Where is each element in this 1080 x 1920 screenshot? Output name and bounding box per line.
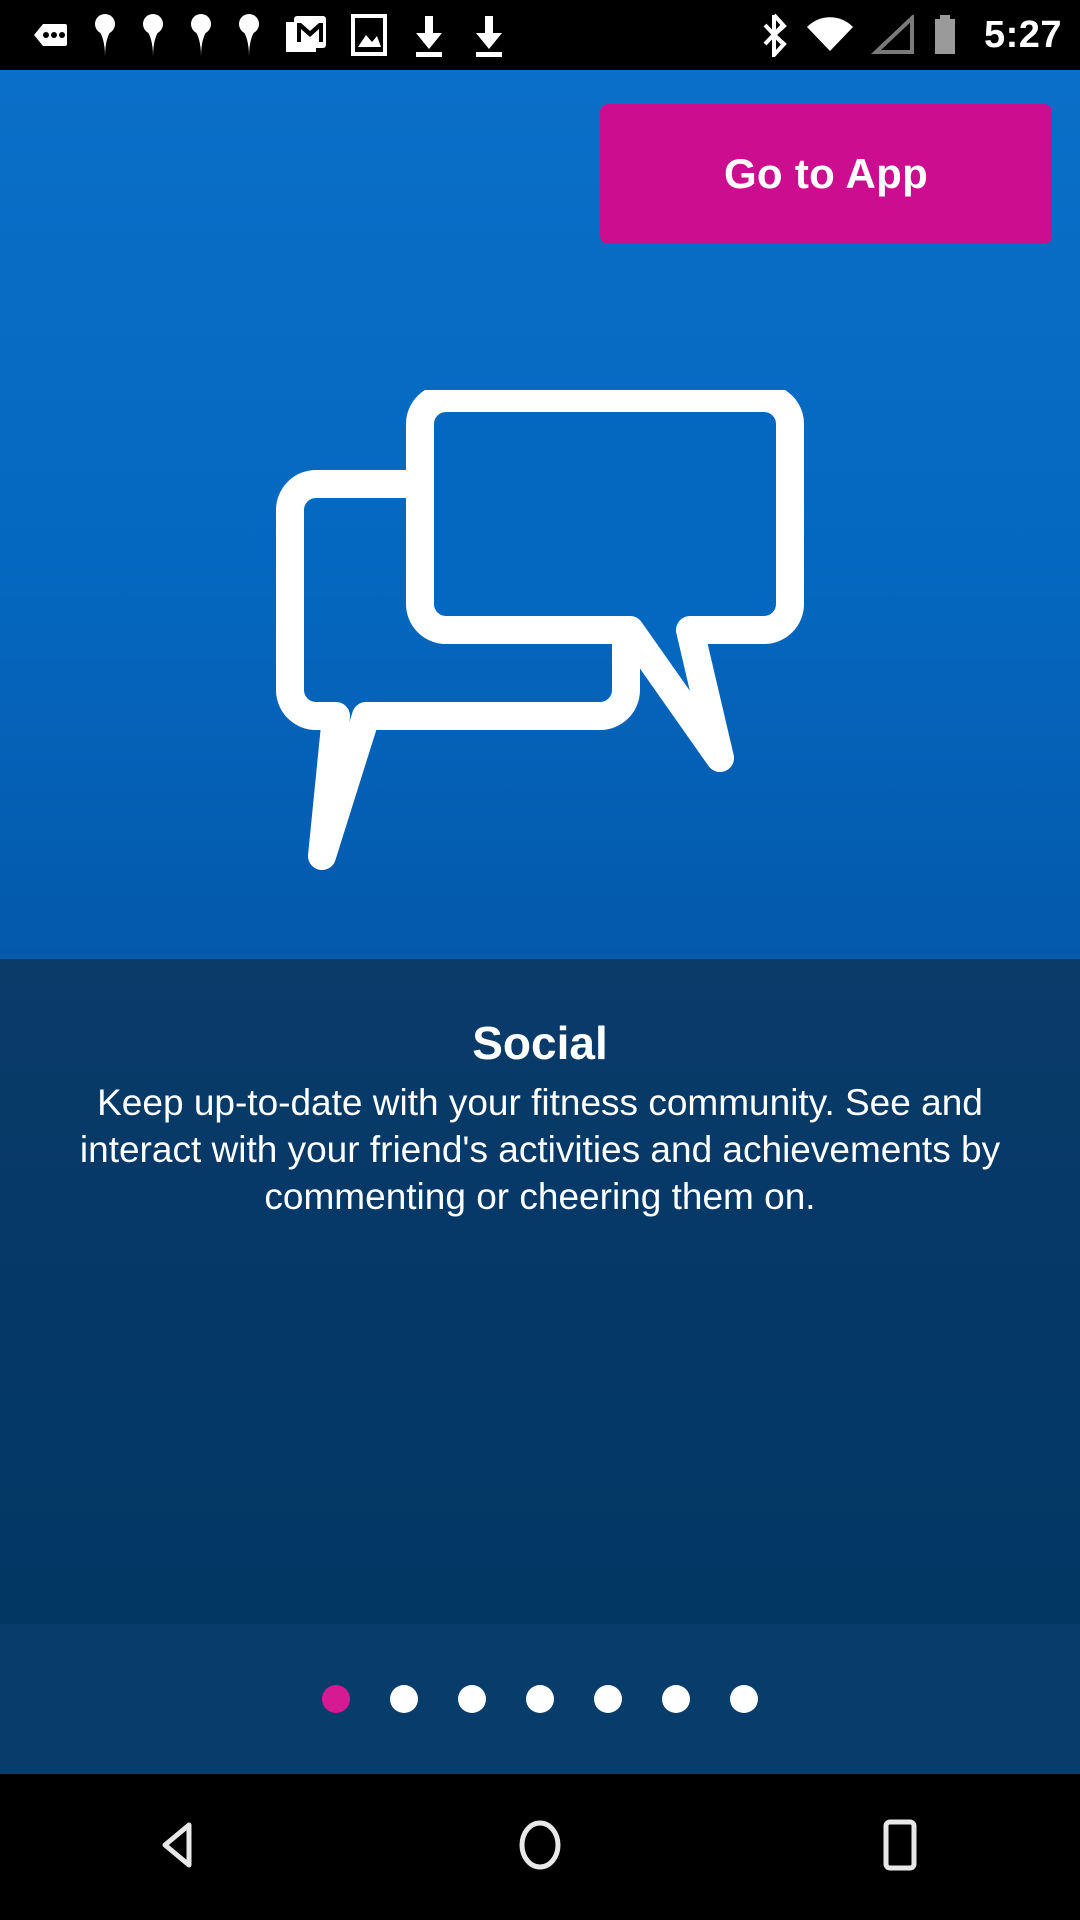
download-icon-2 [470, 13, 508, 58]
notification-pin-icon-3 [188, 13, 214, 57]
bluetooth-icon [760, 13, 790, 61]
app-screen: 5:27 Go to App Social Keep up-to-date wi… [0, 0, 1080, 1920]
status-bar-clock: 5:27 [983, 13, 1062, 56]
wifi-icon [806, 15, 854, 55]
pager-dot-7[interactable] [730, 1685, 758, 1713]
two-speech-bubbles-icon [270, 384, 810, 890]
back-triangle-icon [153, 1818, 207, 1877]
notification-pin-icon-2 [140, 13, 166, 57]
android-navigation-bar [0, 1774, 1080, 1920]
hero-panel: Go to App [0, 70, 1080, 959]
battery-icon [932, 14, 958, 56]
message-dots-icon [30, 15, 70, 55]
pager-dot-4[interactable] [526, 1685, 554, 1713]
image-icon [350, 13, 388, 57]
status-bar: 5:27 [0, 0, 1080, 70]
pager-dot-1[interactable] [322, 1685, 350, 1713]
download-icon-1 [410, 13, 448, 58]
pager-dot-5[interactable] [594, 1685, 622, 1713]
status-bar-notifications [30, 13, 760, 58]
recents-square-icon [877, 1816, 923, 1879]
notification-pin-icon-4 [236, 13, 262, 57]
go-to-app-button[interactable]: Go to App [600, 104, 1052, 244]
pager-dot-3[interactable] [458, 1685, 486, 1713]
pager-dot-6[interactable] [662, 1685, 690, 1713]
nav-recents-button[interactable] [720, 1774, 1080, 1920]
page-description: Keep up-to-date with your fitness commun… [79, 1081, 1001, 1218]
pager-dots [0, 1624, 1080, 1774]
page-title: Social [472, 1017, 608, 1069]
home-circle-icon [513, 1816, 567, 1879]
cellular-signal-icon [870, 13, 916, 55]
status-bar-system-icons: 5:27 [760, 13, 1062, 61]
nav-back-button[interactable] [0, 1774, 360, 1920]
gmail-icon [284, 14, 328, 56]
pager-dot-2[interactable] [390, 1685, 418, 1713]
feature-info-panel: Social Keep up-to-date with your fitness… [0, 959, 1080, 1624]
notification-pin-icon-1 [92, 13, 118, 57]
nav-home-button[interactable] [360, 1774, 720, 1920]
